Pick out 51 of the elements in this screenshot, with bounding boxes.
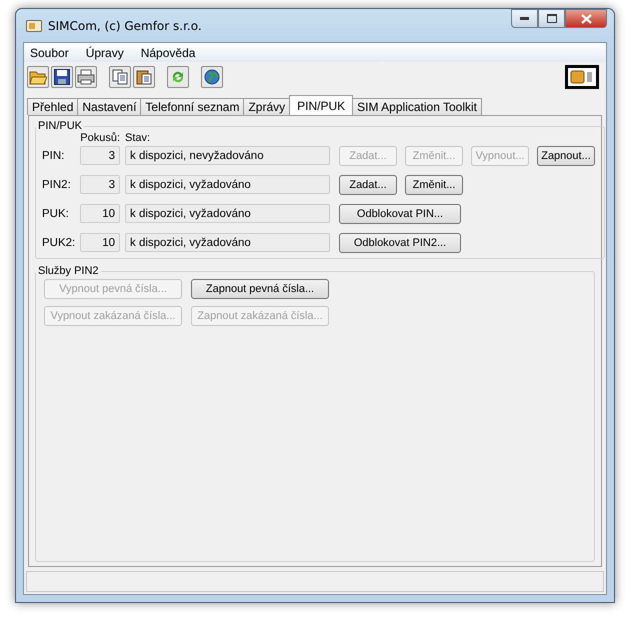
attempts-field: 3 [80, 146, 120, 165]
tab[interactable]: Přehled [27, 98, 78, 115]
attempts-field: 10 [80, 204, 120, 223]
toolbar-button[interactable] [201, 66, 223, 88]
status-field: k dispozici, vyžadováno [125, 233, 330, 252]
toolbar-button[interactable] [51, 66, 73, 88]
tab[interactable]: Zprávy [243, 98, 290, 115]
sim-chip-icon [565, 65, 599, 89]
row-label: PIN: [42, 150, 66, 162]
column-header: Pokusů: [80, 132, 120, 144]
menu-item[interactable]: Nápověda [134, 46, 202, 60]
attempts-field: 3 [80, 175, 120, 194]
tab[interactable]: Telefonní seznam [140, 98, 244, 115]
maximize-icon [546, 14, 556, 23]
action-button[interactable]: Zadat... [339, 174, 397, 194]
action-button[interactable]: Odblokovat PIN2... [339, 232, 461, 252]
clipboard-icon [136, 69, 152, 85]
action-button[interactable]: Změnit... [405, 174, 463, 194]
tab[interactable]: Nastavení [77, 98, 142, 115]
maximize-button[interactable] [538, 9, 565, 28]
row-label: PIN2: [42, 178, 72, 190]
column-header: Stav: [125, 132, 150, 144]
toolbar-button[interactable] [75, 66, 97, 88]
row-label: PUK2: [42, 236, 75, 248]
minimize-button[interactable] [511, 9, 538, 28]
row-label: PUK: [42, 208, 70, 220]
folder-icon [29, 69, 47, 85]
tab[interactable]: PIN/PUK [289, 95, 354, 115]
action-button[interactable]: Odblokovat PIN... [339, 204, 461, 224]
tab[interactable]: SIM Application Toolkit [352, 98, 482, 115]
close-icon [580, 14, 592, 24]
globe-icon [204, 69, 220, 85]
menu-item[interactable]: Úpravy [80, 46, 130, 60]
status-field: k dispozici, vyžadováno [125, 175, 330, 194]
toolbar-button[interactable] [109, 66, 131, 88]
printer-icon [77, 69, 95, 85]
group-title: PIN/PUK [37, 120, 84, 132]
sim-card-icon [26, 20, 42, 32]
action-button[interactable]: Zapnout... [537, 146, 595, 166]
group-title: Služby PIN2 [37, 265, 100, 277]
attempts-field: 10 [80, 233, 120, 252]
window-title: SIMCom, (c) Gemfor s.r.o. [48, 18, 202, 32]
status-field: k dispozici, nevyžadováno [125, 146, 330, 165]
action-button[interactable]: Zapnout pevná čísla... [191, 279, 329, 299]
menu-item[interactable]: Soubor [24, 46, 75, 60]
copy-icon [112, 69, 128, 85]
minimize-icon [520, 17, 529, 20]
status-field: k dispozici, vyžadováno [125, 204, 330, 223]
toolbar-button[interactable] [133, 66, 155, 88]
close-button[interactable] [565, 9, 607, 28]
refresh-icon [170, 69, 186, 85]
